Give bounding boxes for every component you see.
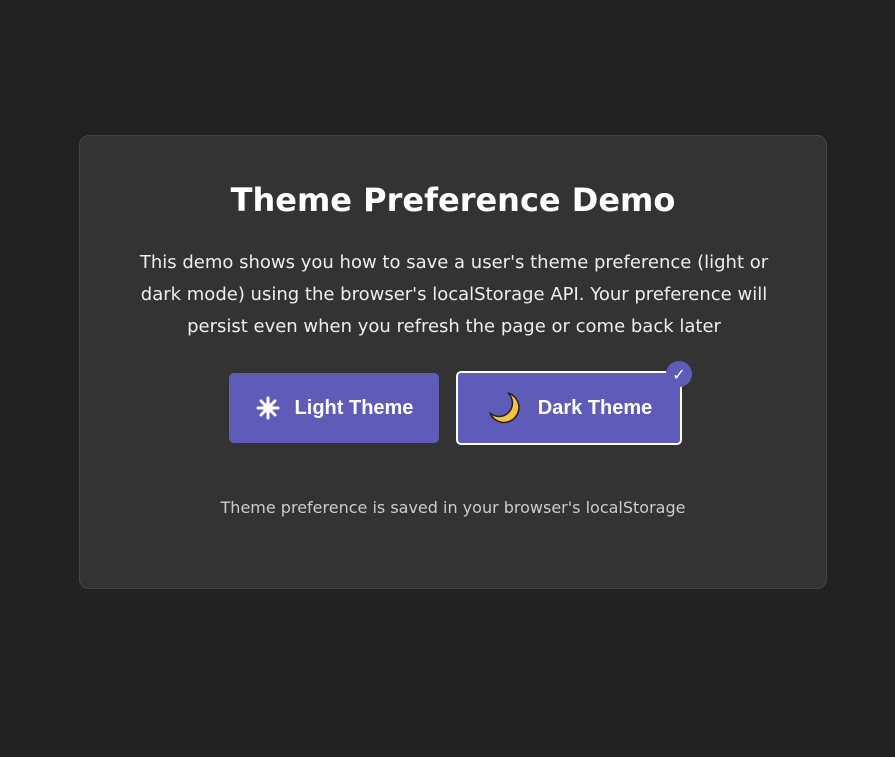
selected-check-icon: ✓: [666, 361, 692, 387]
description-text: This demo shows you how to save a user's…: [139, 252, 769, 337]
storage-note: Theme preference is saved in your browse…: [220, 498, 686, 517]
page-title: Theme Preference Demo: [230, 181, 676, 219]
dark-theme-button[interactable]: Dark Theme ✓: [456, 361, 692, 445]
light-theme-label: Light Theme: [294, 396, 414, 419]
dark-theme-label: Dark Theme: [537, 396, 653, 419]
moon-icon: [486, 389, 524, 427]
theme-card: Theme Preference Demo This demo shows yo…: [79, 135, 827, 589]
sun-icon: [255, 395, 281, 421]
light-theme-button[interactable]: Light Theme: [229, 373, 439, 443]
